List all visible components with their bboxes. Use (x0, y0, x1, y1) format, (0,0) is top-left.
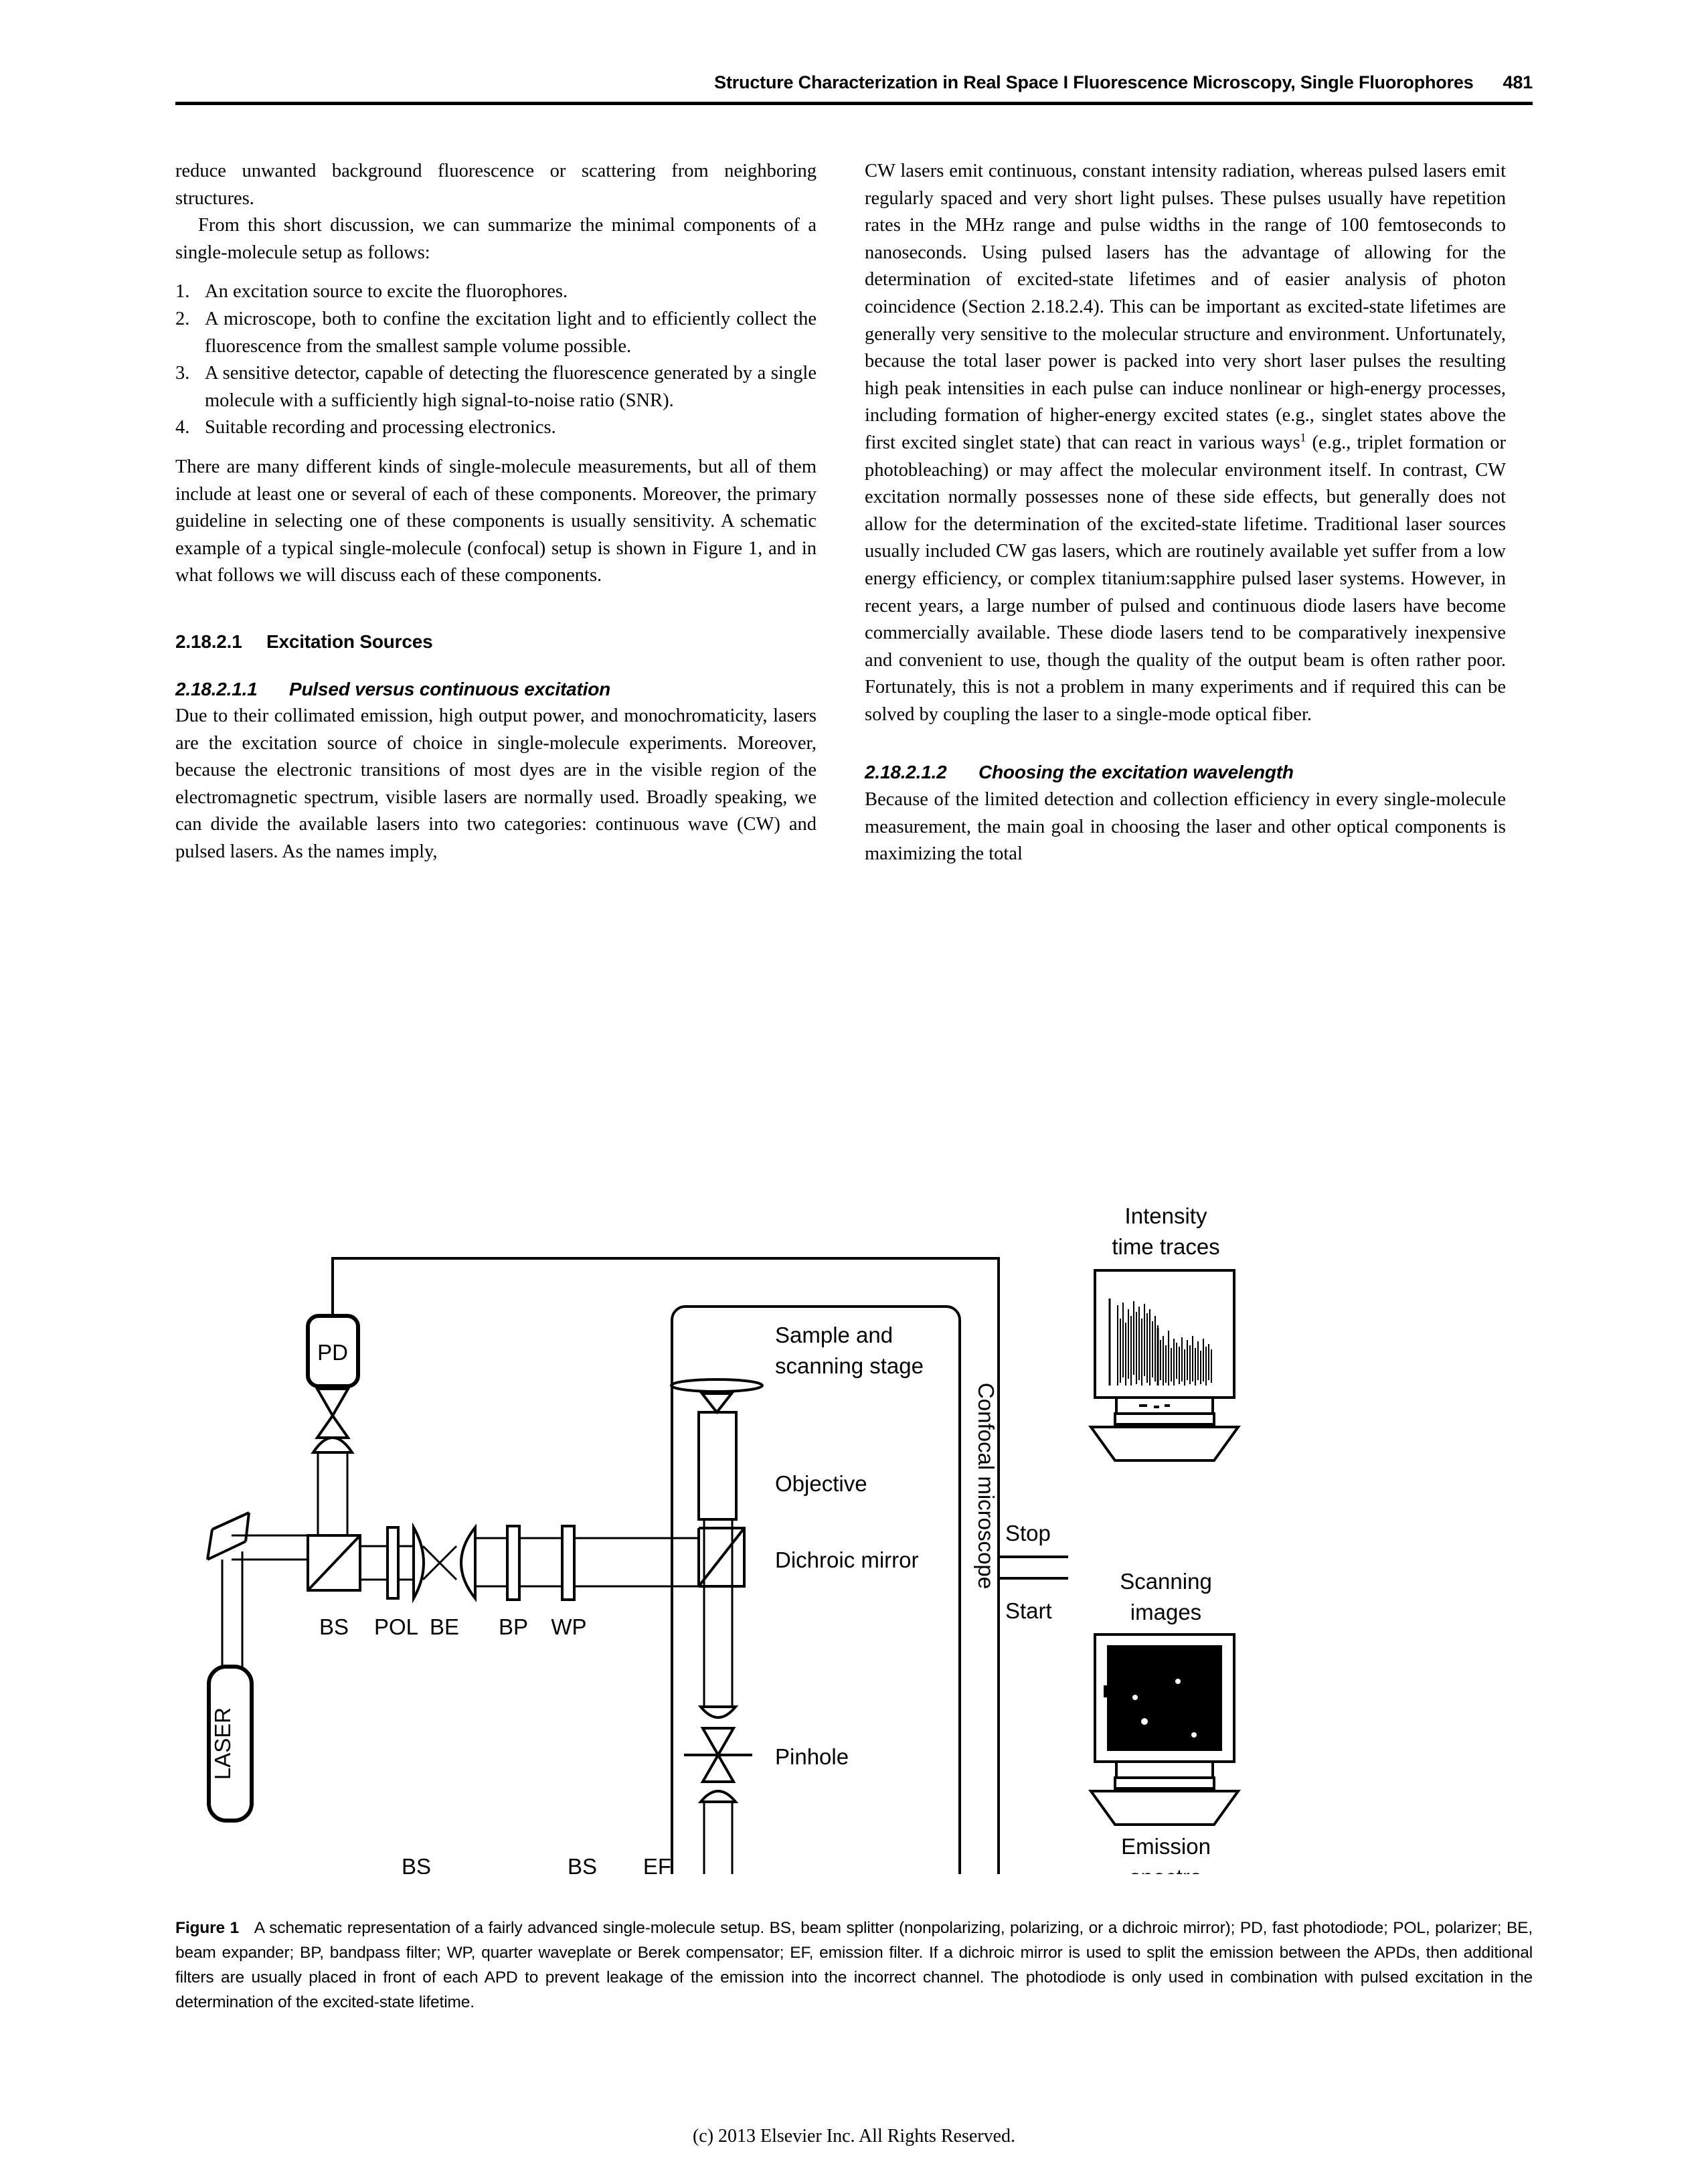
list-item: 1. An excitation source to excite the fl… (175, 278, 817, 306)
sample-stage-label-line2: scanning stage (775, 1353, 924, 1378)
paragraph-part-a: CW lasers emit continuous, constant inte… (865, 161, 1506, 453)
scanning-images-label-line2: images (1130, 1600, 1201, 1624)
page: Structure Characterization in Real Space… (0, 0, 1708, 2182)
subsection-heading-number: 2.18.2.1.1 (175, 678, 258, 699)
bp-label: BP (499, 1614, 528, 1639)
copyright-footer: (c) 2013 Elsevier Inc. All Rights Reserv… (692, 2126, 1016, 2147)
paragraph: CW lasers emit continuous, constant inte… (865, 158, 1506, 728)
list-item-number: 2. (175, 308, 190, 329)
list-item: 4. Suitable recording and processing ele… (175, 414, 817, 442)
list-item-number: 1. (175, 281, 190, 303)
pol-label: POL (374, 1614, 418, 1639)
subsection-heading: 2.18.2.1.1 Pulsed versus continuous excit… (175, 676, 817, 703)
running-head: Structure Characterization in Real Space… (175, 72, 1533, 93)
scanning-images-label-line1: Scanning (1120, 1569, 1212, 1594)
section-heading: 2.18.2.1 Excitation Sources (175, 628, 817, 656)
pinhole-label: Pinhole (775, 1744, 849, 1769)
start-label: Start (1005, 1598, 1052, 1623)
right-column: CW lasers emit continuous, constant inte… (865, 158, 1506, 868)
bs2-label: BS (402, 1854, 431, 1874)
stop-label: Stop (1005, 1521, 1051, 1545)
paragraph: Due to their collimated emission, high o… (175, 705, 817, 863)
optical-setup-diagram: .ln{stroke:#000;stroke-width:4;fill:none… (206, 1203, 1241, 1874)
sample-stage-label-line1: Sample and (775, 1323, 893, 1347)
be-label: BE (430, 1614, 459, 1639)
numbered-list: 1. An excitation source to excite the fl… (175, 278, 817, 442)
header-rule (175, 102, 1533, 105)
monitor-scanning-images: Scanning images (1088, 1569, 1241, 1826)
pd-label: PD (317, 1340, 348, 1365)
page-number: 481 (1503, 72, 1533, 92)
subsection-heading-label: Pulsed versus continuous excitation (289, 678, 611, 699)
emission-spectra-label-line1: Emission (1121, 1834, 1211, 1859)
laser-label: LASER (210, 1707, 235, 1780)
dichroic-mirror-label: Dichroic mirror (775, 1547, 919, 1572)
paragraph: From this short discussion, we can summa… (175, 215, 817, 263)
subsection-heading-number: 2.18.2.1.2 (865, 762, 947, 783)
list-item-label: An excitation source to excite the fluor… (205, 281, 568, 303)
wp-label: WP (551, 1614, 586, 1639)
list-item-number: 3. (175, 363, 190, 384)
figure-caption: Figure 1 A schematic representation of a… (175, 1916, 1533, 2015)
paragraph: Because of the limited detection and col… (865, 789, 1506, 865)
paragraph: reduce unwanted background fluorescence … (175, 161, 817, 209)
paragraph-part-b: (e.g., triplet formation or photobleachi… (865, 432, 1506, 725)
running-head-title: Structure Characterization in Real Space… (714, 72, 1474, 92)
subsection-heading: 2.18.2.1.2 Choosing the excitation wavele… (865, 759, 1506, 786)
intensity-label-line1: Intensity (1125, 1203, 1207, 1228)
paragraph: There are many different kinds of single… (175, 456, 817, 586)
subsection-heading-label: Choosing the excitation wavelength (978, 762, 1294, 783)
list-item-number: 4. (175, 417, 190, 438)
bs1-label: BS (319, 1614, 349, 1639)
bs3-label: BS (568, 1854, 597, 1874)
list-item: 3. A sensitive detector, capable of dete… (175, 360, 817, 414)
figure-caption-label: Figure 1 (175, 1919, 240, 1937)
figure-caption-text: A schematic representation of a fairly a… (175, 1919, 1533, 2011)
list-item-label: A sensitive detector, capable of detecti… (205, 363, 817, 411)
left-column: reduce unwanted background fluorescence … (175, 158, 817, 866)
intensity-label-line2: time traces (1112, 1234, 1219, 1259)
section-heading-label: Excitation Sources (266, 631, 433, 652)
ef-label: EF (643, 1854, 671, 1874)
monitor-emission-spectra: Emission spectra (1121, 1834, 1211, 1874)
confocal-microscope-label: Confocal microscope (974, 1383, 999, 1589)
figure-1: .ln{stroke:#000;stroke-width:4;fill:none… (175, 1185, 1533, 1874)
list-item-label: Suitable recording and processing electr… (205, 417, 556, 438)
emission-spectra-label-line2: spectra (1130, 1865, 1203, 1874)
objective-label: Objective (775, 1471, 867, 1496)
list-item: 2. A microscope, both to confine the exc… (175, 306, 817, 360)
list-item-label: A microscope, both to confine the excita… (205, 308, 817, 357)
section-heading-number: 2.18.2.1 (175, 631, 242, 652)
monitor-intensity-time-traces: Intensity time traces (1088, 1203, 1241, 1462)
